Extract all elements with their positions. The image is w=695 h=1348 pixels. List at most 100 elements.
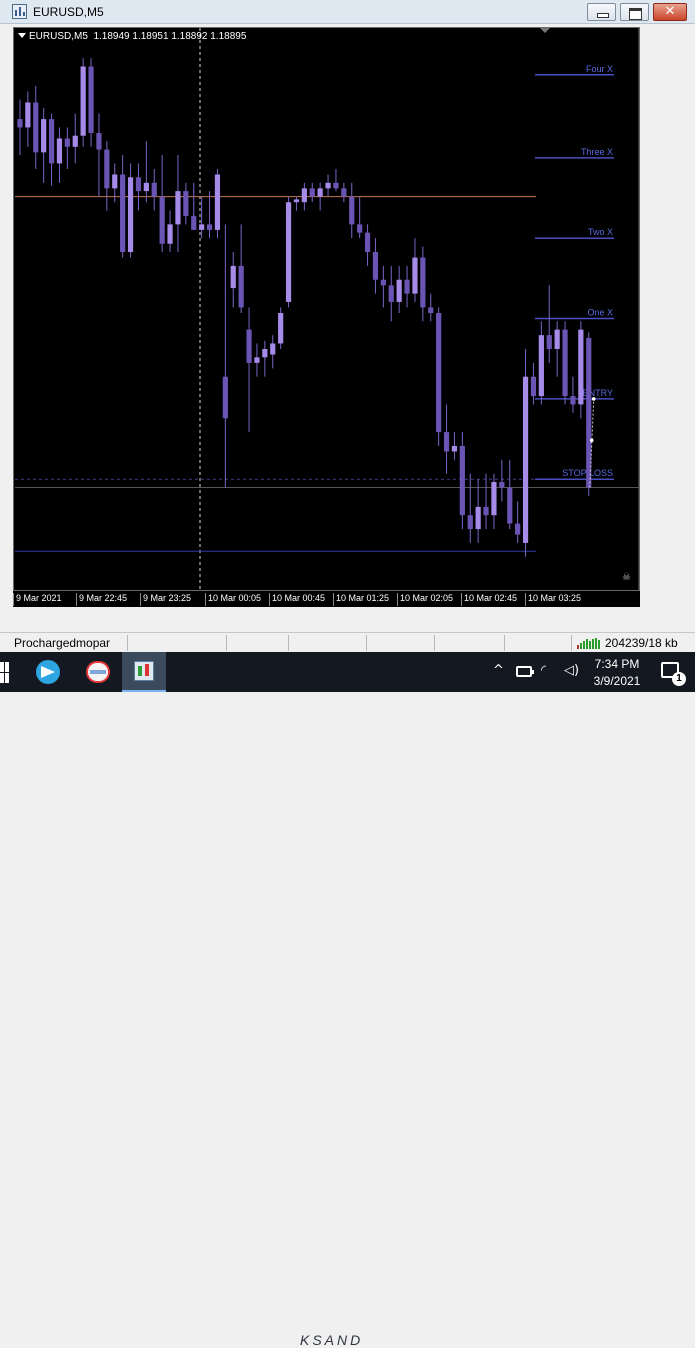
windows-start-icon[interactable] (0, 660, 10, 684)
candle-body (515, 523, 521, 535)
taskbar: KSAND ^ ◜ ◁) 7:34 PM 3/9/2021 1 (0, 652, 695, 1348)
entry-marker (591, 397, 596, 401)
candle-body (183, 191, 189, 217)
metatrader-taskbar-icon[interactable] (122, 652, 166, 692)
clock-time[interactable]: 7:34 PM (588, 657, 646, 671)
candle-body (33, 102, 39, 153)
window-title: EURUSD,M5 (33, 5, 104, 19)
volume-icon[interactable]: ◁) (564, 663, 579, 678)
candle-body (586, 337, 592, 488)
x-tick-label: 10 Mar 01:25 (333, 593, 389, 606)
status-divider (288, 635, 289, 651)
snipping-tool-taskbar-icon[interactable] (76, 652, 120, 692)
candle-body (56, 138, 63, 164)
chart-symbol: EURUSD,M5 (29, 31, 88, 42)
status-divider (226, 635, 227, 651)
candle-body (72, 135, 78, 147)
status-bar: Prochargedmopar 204239/18 kb (0, 632, 695, 652)
candle-body (285, 202, 292, 302)
candle-body (562, 329, 568, 397)
candle-body (199, 224, 205, 230)
close-button[interactable]: ✕ (653, 3, 687, 21)
status-profile[interactable]: Prochargedmopar (14, 636, 110, 650)
candle-body (17, 119, 23, 128)
candle-body (120, 174, 126, 253)
chart-canvas[interactable]: 1.190451.190301.190151.190001.189851.189… (14, 28, 639, 608)
candle-body (48, 119, 55, 164)
x-tick-label: 9 Mar 23:25 (140, 593, 191, 606)
candle-body (412, 257, 418, 294)
x-tick-label: 9 Mar 22:45 (76, 593, 127, 606)
candle-body (522, 376, 529, 543)
dropdown-triangle-icon[interactable] (18, 33, 26, 38)
candle-body (357, 224, 363, 233)
chevron-up-icon[interactable]: ^ (493, 663, 504, 678)
candle-body (238, 265, 244, 308)
chart-shift-icon (540, 28, 550, 33)
expert-advisor-icon: ☠ (622, 572, 631, 583)
candle-body (372, 252, 379, 280)
candle-body (349, 196, 355, 225)
candle-body (127, 177, 134, 253)
candle-body (175, 191, 181, 225)
candle-body (112, 174, 118, 189)
traffic-counter: 204239/18 kb (605, 636, 678, 650)
candle-body (380, 279, 386, 286)
candle-body (88, 66, 94, 133)
price-chart[interactable]: 1.190451.190301.190151.190001.189851.189… (13, 27, 640, 592)
candle-body (293, 199, 300, 203)
level-label: Two X (588, 227, 613, 237)
candle-body (41, 119, 47, 153)
notification-badge: 1 (672, 672, 686, 686)
candle-body (325, 182, 331, 189)
battery-icon[interactable] (516, 666, 534, 677)
chart-app-icon (12, 4, 27, 19)
candle-body (570, 396, 576, 405)
candle-body (341, 188, 347, 197)
title-bar[interactable]: EURUSD,M5 ✕ (0, 0, 695, 24)
chart-ohlc: 1.18949 1.18951 1.18892 1.18895 (93, 31, 247, 42)
candle-body (317, 188, 323, 197)
telegram-taskbar-icon[interactable] (26, 652, 70, 692)
x-tick-label: 10 Mar 00:45 (269, 593, 325, 606)
candle-body (222, 376, 228, 419)
candle-body (428, 307, 434, 313)
taskbar-watermark: KSAND (300, 1332, 364, 1348)
x-tick-label: 10 Mar 02:05 (397, 593, 453, 606)
candle-body (309, 188, 315, 197)
candle-body (396, 279, 402, 302)
candle-body (404, 279, 410, 294)
time-axis: 9 Mar 2021 9 Mar 22:45 9 Mar 23:25 10 Mar 0… (13, 591, 640, 607)
candle-body (467, 515, 473, 530)
candle-body (538, 335, 544, 397)
candle-body (483, 506, 489, 516)
candle-body (143, 182, 149, 192)
maximize-button[interactable] (620, 3, 649, 21)
candle-body (491, 481, 497, 516)
clock-date[interactable]: 3/9/2021 (588, 674, 646, 688)
candle-body (167, 224, 173, 244)
candle-body (262, 349, 268, 358)
terminal-window: EURUSD,M5 ✕ 1.190451.190301.190151.19000… (0, 0, 695, 652)
candle-body (301, 188, 307, 203)
close-icon: ✕ (664, 4, 676, 19)
chart-header: EURUSD,M5 1.18949 1.18951 1.18892 1.1889… (18, 31, 246, 42)
connection-bars-icon (577, 638, 601, 649)
wifi-icon[interactable]: ◜ (541, 663, 546, 678)
candle-body (499, 481, 505, 488)
candle-body (96, 132, 102, 150)
candle-body (80, 66, 86, 136)
candle-body (254, 357, 260, 363)
candle-body (420, 257, 426, 308)
candle-body (364, 232, 371, 253)
candle-body (554, 329, 560, 350)
candle-body (475, 506, 481, 530)
candle-body (214, 174, 221, 230)
status-divider (434, 635, 435, 651)
minimize-button[interactable] (587, 3, 616, 21)
candle-body (191, 216, 197, 230)
candle-body (507, 487, 513, 524)
candle-body (443, 432, 450, 452)
candle-body (64, 138, 70, 147)
candle-body (436, 313, 442, 433)
